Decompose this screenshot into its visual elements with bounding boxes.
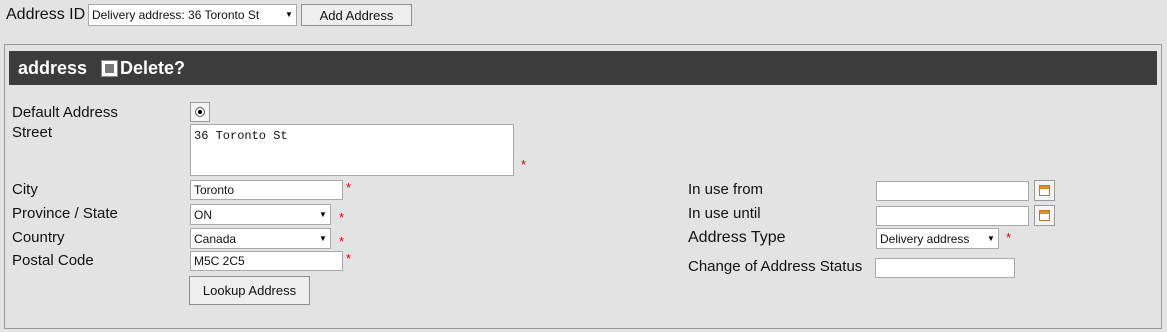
in-use-from-label: In use from xyxy=(688,181,764,198)
province-required-mark: * xyxy=(339,210,345,225)
chevron-down-icon: ▼ xyxy=(285,10,293,19)
checkbox-icon xyxy=(105,64,114,73)
default-address-label: Default Address xyxy=(12,104,118,121)
province-label: Province / State xyxy=(12,205,118,222)
in-use-until-input[interactable] xyxy=(876,206,1029,226)
in-use-until-label: In use until xyxy=(688,205,761,222)
address-id-label: Address ID xyxy=(6,6,86,23)
default-address-radio[interactable] xyxy=(190,102,210,122)
province-select[interactable]: ON ▼ xyxy=(190,204,331,225)
chevron-down-icon: ▼ xyxy=(319,233,327,243)
address-id-select[interactable]: Delivery address: 36 Toronto St ▼ xyxy=(88,4,297,26)
province-value: ON xyxy=(194,208,212,222)
country-label: Country xyxy=(12,229,65,246)
chevron-down-icon: ▼ xyxy=(319,209,327,219)
address-type-label: Address Type xyxy=(688,229,786,246)
delete-checkbox[interactable] xyxy=(101,60,118,77)
postal-code-required-mark: * xyxy=(346,251,352,266)
add-address-button[interactable]: Add Address xyxy=(301,4,412,26)
lookup-address-button[interactable]: Lookup Address xyxy=(189,276,310,305)
address-type-select[interactable]: Delivery address ▼ xyxy=(876,228,999,249)
postal-code-input[interactable]: M5C 2C5 xyxy=(190,251,343,271)
section-title: address xyxy=(18,58,88,78)
chevron-down-icon: ▼ xyxy=(987,233,995,243)
city-input[interactable]: Toronto xyxy=(190,180,343,200)
address-type-required-mark: * xyxy=(1006,230,1012,245)
in-use-from-input[interactable] xyxy=(876,181,1029,201)
change-status-input[interactable] xyxy=(875,258,1015,278)
change-status-label: Change of Address Status xyxy=(688,258,863,275)
city-label: City xyxy=(12,181,38,198)
street-label: Street xyxy=(12,124,53,141)
country-select[interactable]: Canada ▼ xyxy=(190,228,331,249)
country-value: Canada xyxy=(194,232,237,246)
street-required-mark: * xyxy=(521,157,527,172)
country-required-mark: * xyxy=(339,234,345,249)
calendar-icon[interactable] xyxy=(1034,180,1055,201)
address-type-value: Delivery address xyxy=(880,232,970,246)
calendar-icon[interactable] xyxy=(1034,205,1055,226)
postal-code-label: Postal Code xyxy=(12,252,94,269)
radio-selected-icon xyxy=(195,107,205,117)
address-id-value: Delivery address: 36 Toronto St xyxy=(92,8,260,22)
delete-label: Delete? xyxy=(120,58,186,78)
street-textarea[interactable]: 36 Toronto St xyxy=(190,124,514,176)
city-required-mark: * xyxy=(346,180,352,195)
